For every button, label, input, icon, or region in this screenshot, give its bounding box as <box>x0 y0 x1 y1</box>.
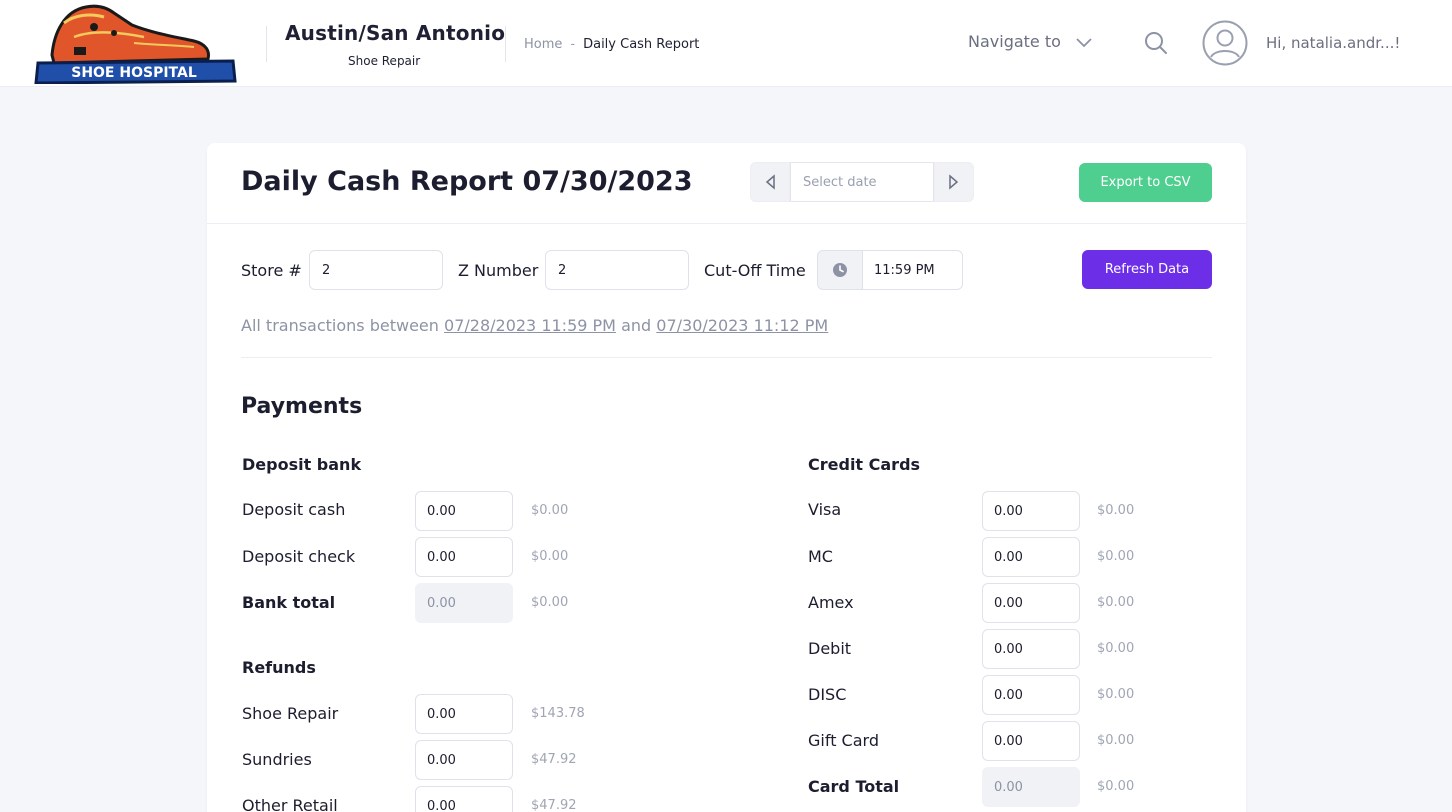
gift-card-system-value: $0.00 <box>1097 733 1135 748</box>
logo-text: SHOE HOSPITAL <box>71 65 197 81</box>
mc-label: MC <box>808 547 833 566</box>
z-number-input[interactable] <box>545 250 689 290</box>
disc-label: DISC <box>808 685 847 704</box>
search-icon[interactable] <box>1143 30 1169 56</box>
credit-cards-title: Credit Cards <box>808 455 921 474</box>
disc-input[interactable] <box>982 675 1080 715</box>
deposit-cash-input[interactable] <box>415 491 513 531</box>
disc-system-value: $0.00 <box>1097 687 1135 702</box>
store-label: Store # <box>241 261 302 280</box>
card-total-system-value: $0.00 <box>1097 779 1135 794</box>
user-avatar-icon[interactable] <box>1202 20 1248 66</box>
deposit-bank-title: Deposit bank <box>242 455 362 474</box>
clock-icon <box>833 263 847 277</box>
export-csv-button[interactable]: Export to CSV <box>1079 163 1212 202</box>
amex-label: Amex <box>808 593 854 612</box>
amex-system-value: $0.00 <box>1097 595 1135 610</box>
deposit-cash-system-value: $0.00 <box>531 503 569 518</box>
brand-title: Austin/San Antonio <box>285 21 506 45</box>
refund-sundries-input[interactable] <box>415 740 513 780</box>
breadcrumb-current: Daily Cash Report <box>583 37 700 52</box>
section-divider <box>241 357 1212 358</box>
previous-date-button[interactable] <box>750 162 790 202</box>
refunds-title: Refunds <box>242 658 316 677</box>
range-end-link[interactable]: 07/30/2023 11:12 PM <box>656 316 828 335</box>
header-divider <box>266 26 267 62</box>
debit-input[interactable] <box>982 629 1080 669</box>
refund-sundries-system-value: $47.92 <box>531 752 577 767</box>
page-title: Daily Cash Report 07/30/2023 <box>241 166 693 197</box>
refund-other-retail-system-value: $47.92 <box>531 798 577 812</box>
cutoff-time-addon <box>817 250 863 290</box>
transaction-range-text: All transactions between 07/28/2023 11:5… <box>241 316 828 335</box>
payments-title: Payments <box>241 394 363 419</box>
refund-sundries-label: Sundries <box>242 750 312 769</box>
store-number-input[interactable] <box>309 250 443 290</box>
refresh-data-button[interactable]: Refresh Data <box>1082 250 1212 289</box>
amex-input[interactable] <box>982 583 1080 623</box>
date-picker-input[interactable] <box>790 162 934 202</box>
range-start-link[interactable]: 07/28/2023 11:59 PM <box>444 316 616 335</box>
triangle-left-icon <box>765 174 775 190</box>
bank-total-label: Bank total <box>242 593 336 612</box>
breadcrumb-home-link[interactable]: Home <box>524 37 562 52</box>
breadcrumb: Home - Daily Cash Report <box>524 37 699 52</box>
daily-cash-report-card: Daily Cash Report 07/30/2023 Export to C… <box>207 143 1246 812</box>
cutoff-time-label: Cut-Off Time <box>704 261 806 280</box>
deposit-check-label: Deposit check <box>242 547 356 566</box>
mc-input[interactable] <box>982 537 1080 577</box>
range-and: and <box>621 316 652 335</box>
gift-card-input[interactable] <box>982 721 1080 761</box>
navigate-to-label: Navigate to <box>968 32 1061 51</box>
top-header: SHOE HOSPITAL Austin/San Antonio Shoe Re… <box>0 0 1452 87</box>
range-prefix: All transactions between <box>241 316 439 335</box>
deposit-check-input[interactable] <box>415 537 513 577</box>
refund-other-retail-label: Other Retail <box>242 796 338 812</box>
debit-label: Debit <box>808 639 852 658</box>
card-header: Daily Cash Report 07/30/2023 Export to C… <box>207 143 1246 224</box>
card-total-label: Card Total <box>808 777 900 796</box>
refund-shoe-repair-input[interactable] <box>415 694 513 734</box>
z-number-label: Z Number <box>458 261 539 280</box>
gift-card-label: Gift Card <box>808 731 879 750</box>
header-divider <box>505 26 506 62</box>
refund-shoe-repair-label: Shoe Repair <box>242 704 339 723</box>
debit-system-value: $0.00 <box>1097 641 1135 656</box>
deposit-check-system-value: $0.00 <box>531 549 569 564</box>
visa-input[interactable] <box>982 491 1080 531</box>
shoe-hospital-logo[interactable]: SHOE HOSPITAL <box>34 3 237 84</box>
user-greeting[interactable]: Hi, natalia.andr...! <box>1266 34 1400 52</box>
chevron-down-icon <box>1076 37 1092 47</box>
triangle-right-icon <box>949 174 959 190</box>
bank-total-field <box>415 583 513 623</box>
bank-total-system-value: $0.00 <box>531 595 569 610</box>
breadcrumb-separator: - <box>570 37 576 52</box>
visa-label: Visa <box>808 500 842 519</box>
refund-other-retail-input[interactable] <box>415 786 513 812</box>
deposit-cash-label: Deposit cash <box>242 500 346 519</box>
brand-subtitle: Shoe Repair <box>348 54 421 68</box>
mc-system-value: $0.00 <box>1097 549 1135 564</box>
next-date-button[interactable] <box>934 162 974 202</box>
visa-system-value: $0.00 <box>1097 503 1135 518</box>
card-total-field <box>982 767 1080 807</box>
navigate-to-dropdown[interactable]: Navigate to <box>968 32 1093 51</box>
refund-shoe-repair-system-value: $143.78 <box>531 706 585 721</box>
cutoff-time-input[interactable] <box>863 250 963 290</box>
